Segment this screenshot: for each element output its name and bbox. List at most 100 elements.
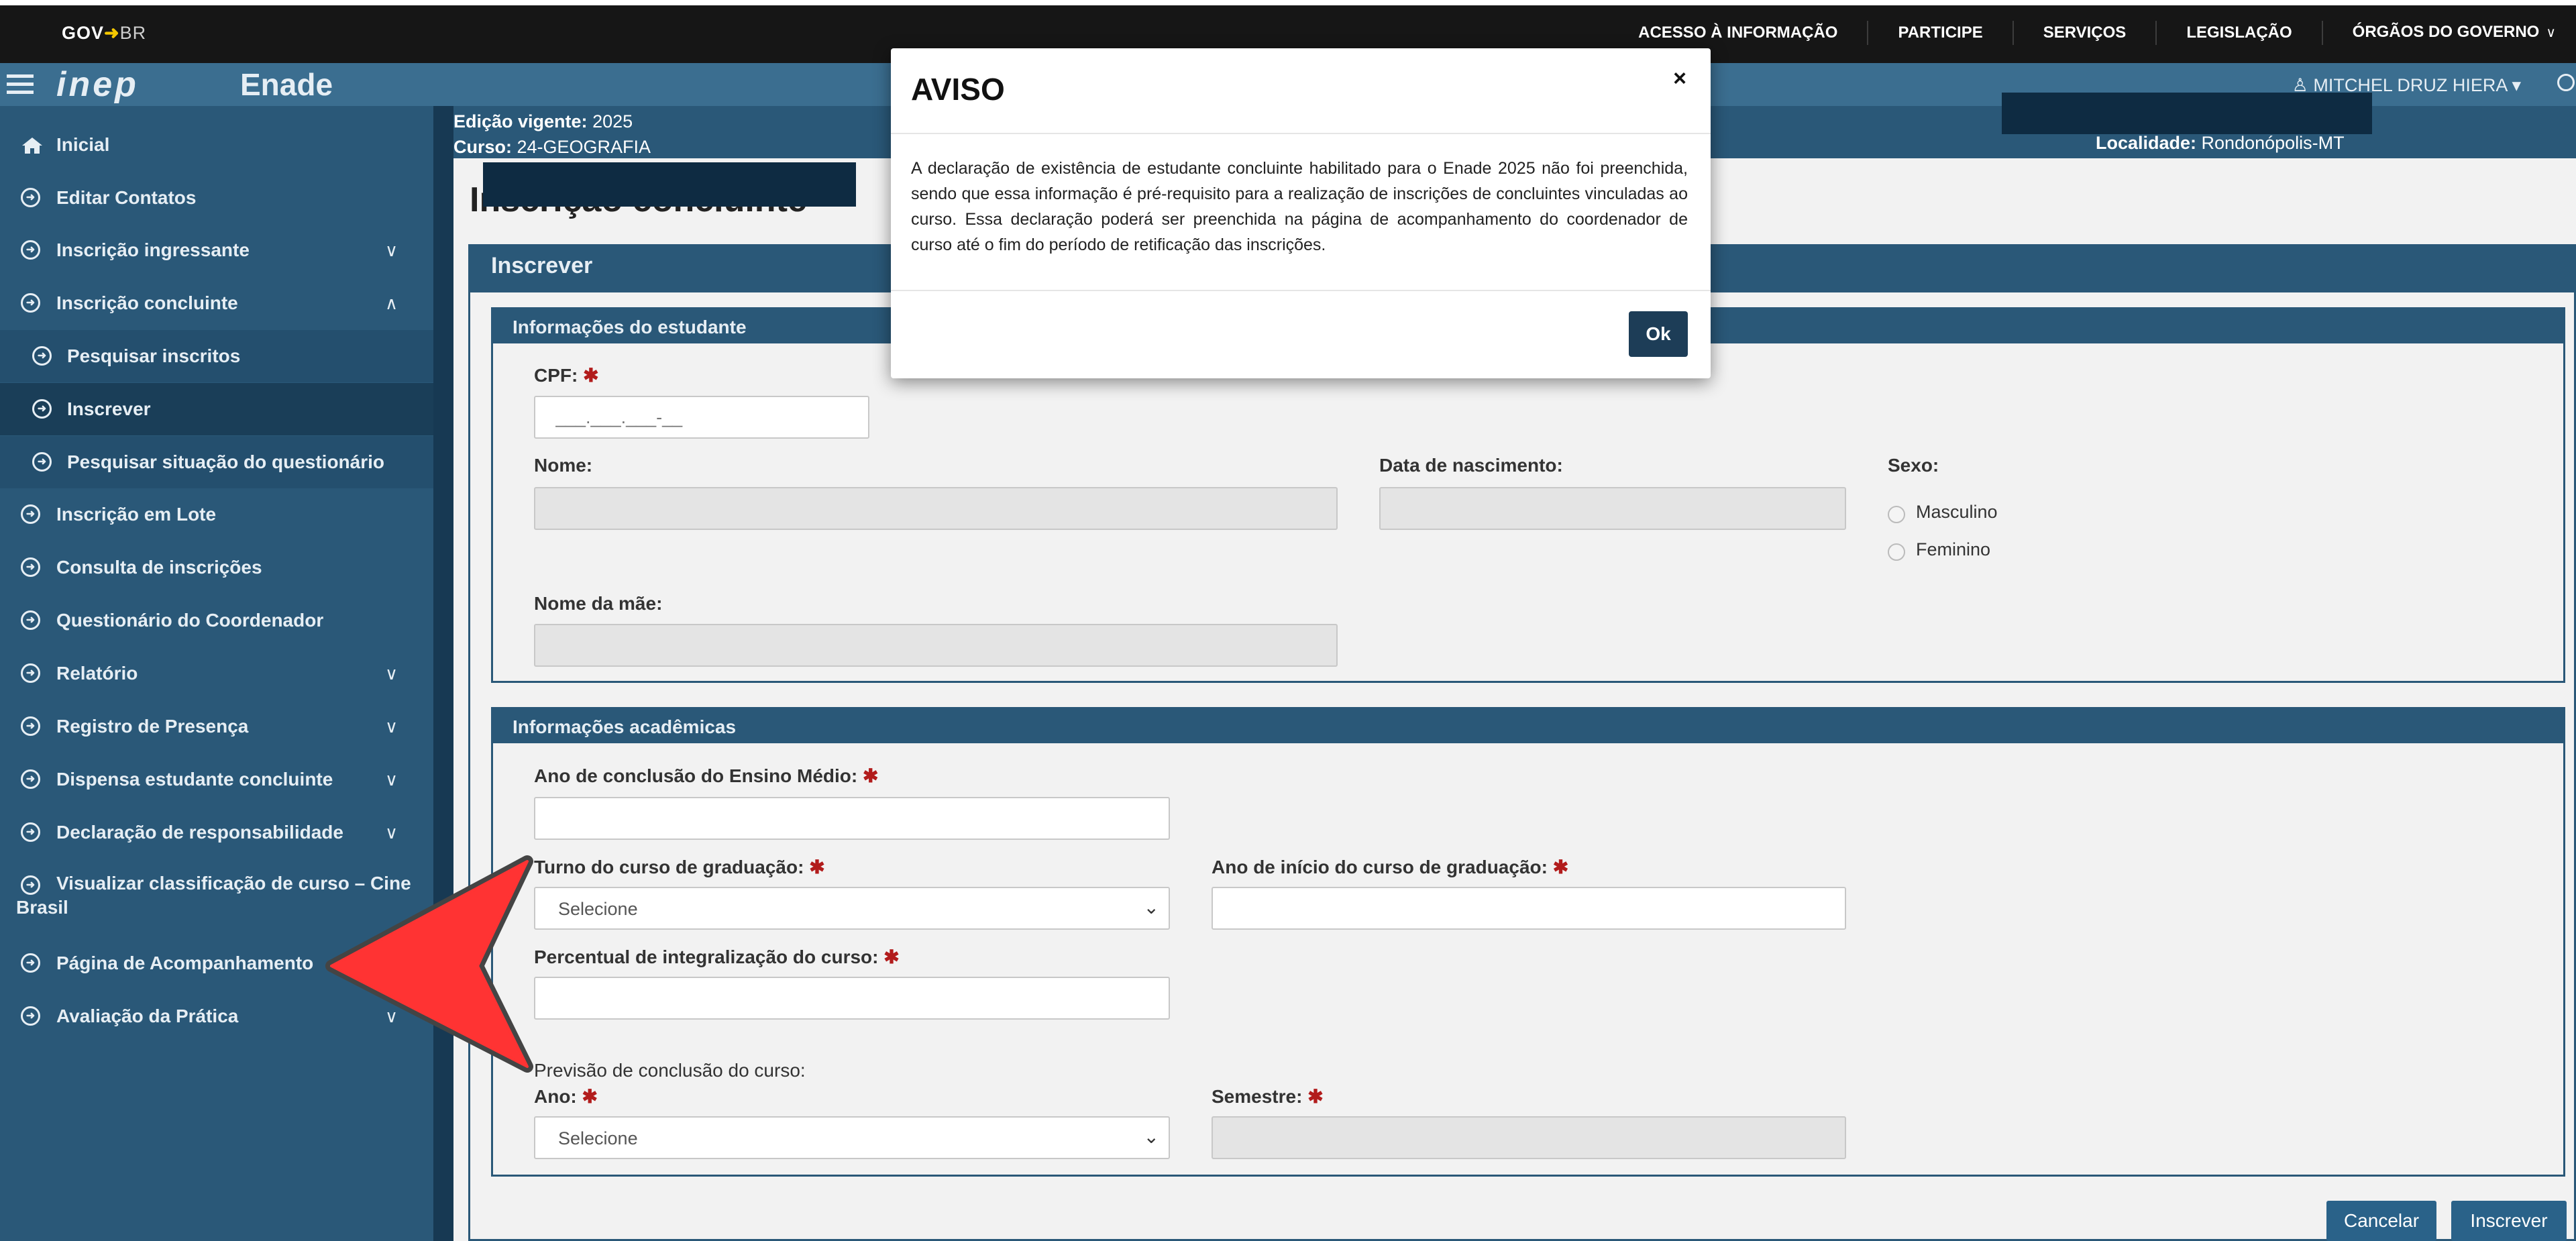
- sidebar-item-registro-presenca[interactable]: ➜ Registro de Presença ∨: [0, 700, 433, 753]
- student-info-title: Informações do estudante: [513, 317, 747, 337]
- arrow-circle-icon: ➜: [21, 293, 40, 313]
- ano-ensino-medio-input[interactable]: [534, 797, 1170, 840]
- mae-label: Nome da mãe:: [534, 593, 663, 614]
- arrow-circle-icon: ➜: [21, 716, 40, 736]
- nascimento-input[interactable]: [1379, 487, 1846, 530]
- required-asterisk-icon: ✱: [1552, 857, 1569, 877]
- arrow-circle-icon: ➜: [21, 953, 40, 973]
- ano-ensino-medio-label: Ano de conclusão do Ensino Médio: ✱: [534, 765, 879, 786]
- menu-icon[interactable]: [7, 71, 34, 98]
- chevron-down-icon: ∨: [385, 716, 398, 737]
- sidebar-item-label: Avaliação da Prática: [56, 1006, 239, 1026]
- nome-label: Nome:: [534, 455, 593, 476]
- chevron-up-icon: ∧: [385, 293, 398, 313]
- sidebar-item-pesquisar-inscritos[interactable]: ➜ Pesquisar inscritos: [0, 330, 433, 382]
- sidebar-item-relatorio[interactable]: ➜ Relatório ∨: [0, 647, 433, 700]
- sidebar-item-pesquisar-situacao[interactable]: ➜ Pesquisar situação do questionário: [0, 436, 433, 488]
- close-icon[interactable]: ×: [1673, 66, 1686, 92]
- nome-input[interactable]: [534, 487, 1338, 530]
- arrow-circle-icon: ➜: [21, 240, 40, 260]
- gov-link-orgaos[interactable]: ÓRGÃOS DO GOVERNO ∨: [2323, 20, 2564, 45]
- academic-info-header: [491, 707, 2565, 743]
- sidebar-item-inscricao-ingressante[interactable]: ➜ Inscrição ingressante ∨: [0, 224, 433, 276]
- ano-label: Ano: ✱: [534, 1086, 598, 1107]
- ano-select[interactable]: Selecione ⌄: [534, 1116, 1170, 1159]
- percentual-label: Percentual de integralização do curso: ✱: [534, 947, 900, 967]
- gov-link-legislacao[interactable]: LEGISLAÇÃO: [2157, 20, 2323, 45]
- arrow-circle-icon: ➜: [32, 452, 52, 472]
- cpf-input[interactable]: [534, 396, 869, 439]
- required-asterisk-icon: ✱: [582, 1086, 598, 1107]
- chevron-down-icon: ∨: [385, 240, 398, 260]
- cancel-button[interactable]: Cancelar: [2326, 1201, 2436, 1241]
- gov-arrow-icon: ➜: [104, 23, 120, 43]
- edition-info: Edição vigente: 2025 Curso: 24-GEOGRAFIA: [453, 111, 651, 157]
- sidebar-item-inscricao-lote[interactable]: ➜ Inscrição em Lote: [0, 488, 433, 541]
- chevron-down-icon: ∨: [385, 663, 398, 684]
- inep-logo[interactable]: inep: [56, 67, 139, 102]
- sidebar-item-declaracao-responsabilidade[interactable]: ➜ Declaração de responsabilidade ∨: [0, 806, 433, 859]
- modal-divider: [891, 133, 1711, 134]
- sidebar-item-questionario-coordenador[interactable]: ➜ Questionário do Coordenador: [0, 594, 433, 647]
- sidebar-item-inscrever[interactable]: ➜ Inscrever: [0, 383, 433, 435]
- sidebar-item-dispensa-estudante[interactable]: ➜ Dispensa estudante concluinte ∨: [0, 753, 433, 806]
- gov-link-participe[interactable]: PARTICIPE: [1868, 20, 2014, 45]
- sidebar-item-label: Inscrição ingressante: [56, 239, 250, 260]
- caret-down-icon: ▾: [2512, 75, 2521, 95]
- gov-br-logo[interactable]: GOV➜BR: [62, 23, 146, 44]
- power-icon[interactable]: [2557, 74, 2575, 91]
- home-icon: [22, 138, 42, 154]
- redacted-block: [483, 162, 856, 207]
- sidebar-item-label: Questionário do Coordenador: [56, 610, 324, 631]
- cpf-label: CPF: ✱: [534, 365, 599, 386]
- arrow-circle-icon: ➜: [21, 557, 40, 577]
- chevron-down-icon: ∨: [385, 769, 398, 790]
- nascimento-label: Data de nascimento:: [1379, 455, 1563, 476]
- required-asterisk-icon: ✱: [883, 947, 900, 967]
- sidebar-item-label: Inicial: [56, 134, 110, 155]
- gov-link-acesso[interactable]: ACESSO À INFORMAÇÃO: [1609, 20, 1869, 45]
- sidebar-item-label: Editar Contatos: [56, 187, 197, 208]
- ano-inicio-input[interactable]: [1212, 887, 1846, 930]
- percentual-input[interactable]: [534, 977, 1170, 1020]
- sidebar-item-label: Relatório: [56, 663, 138, 684]
- sidebar-item-label: Inscrever: [67, 398, 151, 419]
- gov-link-servicos[interactable]: SERVIÇOS: [2014, 20, 2157, 45]
- ano-inicio-label: Ano de início do curso de graduação: ✱: [1212, 857, 1569, 877]
- sidebar-item-inicial[interactable]: Inicial: [0, 119, 433, 171]
- chevron-down-icon: ⌄: [1143, 1126, 1159, 1147]
- academic-info-title: Informações acadêmicas: [513, 716, 737, 737]
- semestre-input[interactable]: [1212, 1116, 1846, 1159]
- modal-divider: [891, 290, 1711, 291]
- required-asterisk-icon: ✱: [809, 857, 825, 877]
- arrow-circle-icon: ➜: [21, 188, 40, 207]
- previsao-label: Previsão de conclusão do curso:: [534, 1060, 806, 1081]
- aviso-modal: AVISO × A declaração de existência de es…: [891, 48, 1711, 378]
- semestre-label: Semestre: ✱: [1212, 1086, 1324, 1107]
- ok-button[interactable]: Ok: [1629, 311, 1688, 357]
- sidebar-item-label: Dispensa estudante concluinte: [56, 769, 333, 790]
- sidebar-item-consulta-inscricoes[interactable]: ➜ Consulta de inscrições: [0, 541, 433, 594]
- arrow-circle-icon: ➜: [32, 346, 52, 366]
- sidebar-item-label: Inscrição concluinte: [56, 292, 238, 313]
- sidebar-item-inscricao-concluinte[interactable]: ➜ Inscrição concluinte ∧: [0, 277, 433, 329]
- modal-message: A declaração de existência de estudante …: [911, 159, 1688, 254]
- sidebar-item-label: Declaração de responsabilidade: [56, 822, 343, 843]
- turno-label: Turno do curso de graduação: ✱: [534, 857, 825, 877]
- mae-input[interactable]: [534, 624, 1338, 667]
- localidade-info: Localidade: Rondonópolis-MT: [2096, 133, 2345, 153]
- turno-select[interactable]: Selecione ⌄: [534, 887, 1170, 930]
- required-asterisk-icon: ✱: [863, 765, 879, 786]
- redacted-block: [2002, 93, 2372, 134]
- modal-title: AVISO: [911, 72, 1005, 107]
- arrow-circle-icon: ➜: [21, 663, 40, 683]
- sidebar-item-label: Pesquisar situação do questionário: [67, 451, 385, 472]
- sidebar-item-label: Pesquisar inscritos: [67, 345, 241, 366]
- inscrever-panel-title: Inscrever: [491, 253, 593, 278]
- sidebar-item-label: Consulta de inscrições: [56, 557, 262, 578]
- sidebar-item-editar-contatos[interactable]: ➜ Editar Contatos: [0, 172, 433, 224]
- app-title: Enade: [240, 67, 333, 102]
- sidebar-item-label: Registro de Presença: [56, 716, 249, 737]
- chevron-down-icon: ∨: [385, 822, 398, 843]
- submit-inscrever-button[interactable]: Inscrever: [2451, 1201, 2567, 1241]
